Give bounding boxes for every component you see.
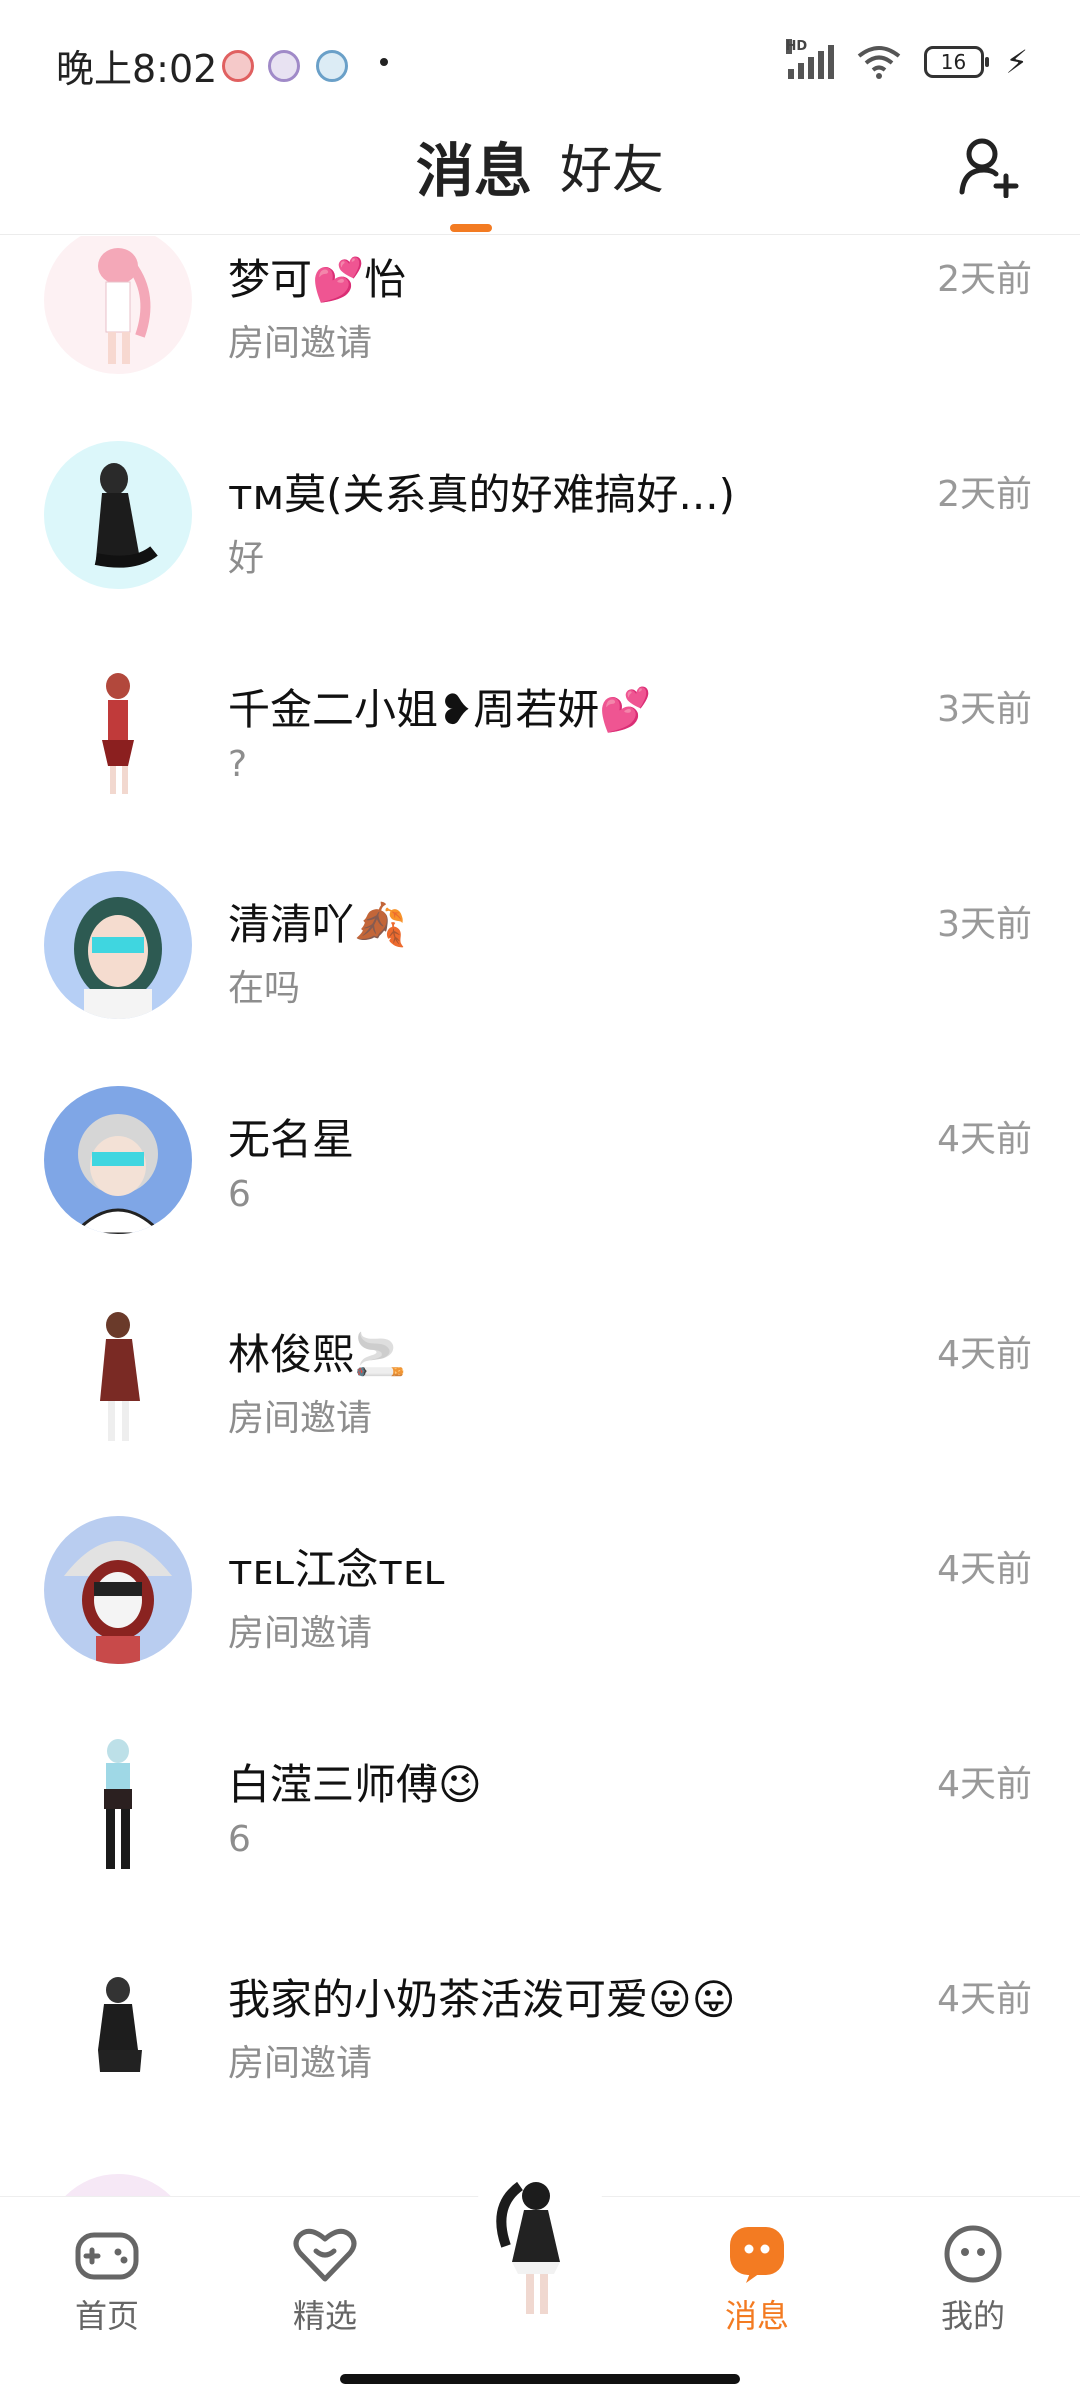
message-time: 4天前 [937,1549,1032,1590]
message-preview: 6 [228,1174,251,1215]
avatar [44,441,192,589]
message-time: 4天前 [937,1979,1032,2020]
contact-name: 林俊熙🚬 [228,1330,407,1379]
conversation-item[interactable]: ᴛᴇʟ江念ᴛᴇʟ 房间邀请 4天前 [0,1506,1080,1721]
nav-item-mine[interactable]: 我的 [898,2223,1048,2337]
notification-icon [316,50,348,82]
contact-name: ᴛᴇʟ江念ᴛᴇʟ [228,1545,445,1594]
nav-label: 我的 [940,2297,1005,2335]
status-time: 晚上8:02 [56,47,218,91]
heart-icon [293,2228,357,2282]
contact-name: 千金二小姐❥周若妍💕 [228,685,652,734]
message-preview: 房间邀请 [228,1613,373,1654]
add-user-icon[interactable] [956,134,1020,198]
message-preview: 房间邀请 [228,2043,373,2084]
conversation-list: 梦可💕怡 房间邀请 2天前 ᴛᴍ莫(关系真的好难搞好...) 好 2天前 千金二… [0,236,1080,2196]
avatar [44,1731,192,1879]
notification-icon [268,50,300,82]
battery-icon: 16 [923,46,989,78]
nav-label: 消息 [724,2297,789,2335]
face-icon [944,2225,1002,2283]
contact-name: 我家的小奶茶活泼可爱😛😛 [228,1975,736,2024]
avatar [44,1086,192,1234]
chat-bubble-icon [730,2227,784,2283]
contact-name: 白滢三师傅😉 [228,1760,482,1809]
message-time: 4天前 [937,1764,1032,1805]
battery-level: 16 [940,50,967,74]
message-preview: 6 [228,1819,251,1860]
contact-name: ᴛᴍ莫(关系真的好难搞好...) [228,470,735,519]
avatar [44,1516,192,1664]
contact-name: 无名星 [228,1115,355,1164]
message-preview: 好 [228,538,265,579]
message-preview: 在吗 [228,968,301,1009]
message-time: 3天前 [937,904,1032,945]
gamepad-icon [75,2232,139,2280]
message-time: 2天前 [937,474,1032,515]
conversation-item[interactable]: 清清吖🍂 在吗 3天前 [0,861,1080,1076]
charging-icon: ⚡ [1005,43,1028,81]
message-time: 2天前 [937,259,1032,300]
avatar [496,2181,560,2314]
active-tab-indicator [450,224,492,232]
conversation-item[interactable]: ᴛᴍ莫(关系真的好难搞好...) 好 2天前 [0,431,1080,646]
message-preview: ? [228,744,248,785]
nav-item-messages[interactable]: 消息 [682,2223,832,2337]
header: 消息 好友 [0,120,1080,235]
conversation-item[interactable]: 林俊熙🚬 房间邀请 4天前 [0,1291,1080,1506]
contact-name: 清清吖🍂 [228,900,407,949]
tab-friends[interactable]: 好友 [560,128,664,203]
avatar [44,1301,192,1449]
avatar [44,1946,192,2094]
conversation-item[interactable]: 梦可💕怡 房间邀请 2天前 [0,236,1080,431]
signal-icon: HD [785,39,834,79]
avatar [44,236,192,374]
nav-label: 首页 [74,2297,139,2335]
message-preview: 房间邀请 [228,323,373,364]
conversation-item[interactable]: 白滢三师傅😉 6 4天前 [0,1721,1080,1936]
message-time: 3天前 [937,689,1032,730]
nav-item-home[interactable]: 首页 [32,2223,182,2337]
conversation-item[interactable]: 千金二小姐❥周若妍💕 ? 3天前 [0,646,1080,861]
status-indicators: HD 16 ⚡ [785,39,1028,82]
status-bar: 晚上8:02 HD 16 ⚡ [0,0,1080,120]
avatar [44,2174,192,2196]
conversation-item[interactable]: 无名星 6 4天前 [0,1076,1080,1291]
notification-icon [222,50,254,82]
nav-label: 精选 [292,2297,357,2335]
more-notifications-dot [380,58,388,66]
avatar [44,871,192,1019]
contact-name: 梦可💕怡 [228,255,407,304]
nav-item-featured[interactable]: 精选 [250,2223,400,2337]
message-preview: 房间邀请 [228,1398,373,1439]
message-time: 4天前 [937,1334,1032,1375]
message-time: 4天前 [937,1119,1032,1160]
avatar [44,656,192,804]
network-label: HD [785,39,808,54]
home-indicator[interactable] [340,2374,740,2384]
tab-messages[interactable]: 消息 [416,124,532,208]
conversation-item[interactable]: 我家的小奶茶活泼可爱😛😛 房间邀请 4天前 [0,1936,1080,2151]
wifi-icon [857,46,900,79]
center-avatar-button[interactable] [462,2166,618,2322]
